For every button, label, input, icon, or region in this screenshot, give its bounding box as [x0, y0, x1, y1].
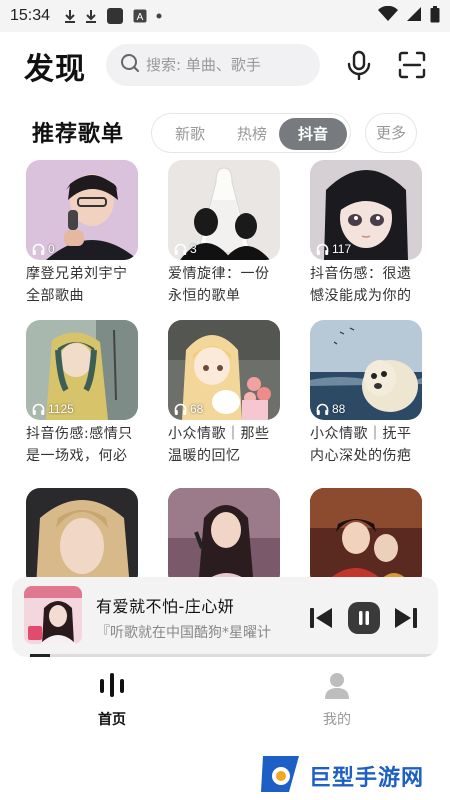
status-time: 15:34	[10, 7, 51, 24]
header: 发现	[0, 40, 450, 92]
playback-progress[interactable]	[30, 654, 434, 657]
search-icon	[120, 53, 140, 77]
battery-icon	[430, 5, 440, 27]
playlist-cover: 1125	[26, 320, 138, 420]
section-title: 推荐歌单	[32, 122, 125, 147]
scan-icon[interactable]	[398, 51, 426, 79]
nav-item-mine[interactable]: 我的	[292, 671, 382, 729]
dot-icon	[156, 13, 162, 19]
playlist-card[interactable]: 117 抖音伤感：很遗憾没能成为你的	[310, 160, 422, 307]
headphones-icon	[174, 243, 190, 255]
playlist-cover: 68	[168, 320, 280, 420]
play-count-value: 1125	[48, 402, 74, 416]
nav-label-home: 首页	[98, 712, 126, 728]
play-count-value: 117	[332, 242, 352, 256]
a-box-icon: A	[133, 9, 147, 23]
search-bar[interactable]	[106, 44, 320, 86]
play-count: 0	[32, 242, 55, 256]
playlist-cover: 3	[168, 160, 280, 260]
playlist-title: 摩登兄弟刘宇宁全部歌曲	[26, 266, 128, 304]
watermark-text: 巨型手游网	[309, 766, 425, 791]
playlist-title: 小众情歌｜那些温暖的回忆	[168, 426, 270, 464]
playlist-card[interactable]: 68 小众情歌｜那些温暖的回忆	[168, 320, 280, 467]
play-count: 88	[316, 402, 345, 416]
playlist-cover: 117	[310, 160, 422, 260]
app-square-icon	[106, 7, 124, 25]
playlist-card[interactable]: 1125 抖音伤感:感情只是一场戏，何必	[26, 320, 138, 467]
play-count: 117	[316, 242, 351, 256]
download-icon	[64, 9, 76, 23]
page-title: 发现	[24, 52, 86, 87]
signal-icon	[406, 6, 422, 26]
microphone-icon[interactable]	[346, 50, 372, 81]
download-icon	[85, 9, 97, 23]
tab-group: 新歌 热榜 抖音	[151, 113, 351, 153]
more-button[interactable]: 更多	[365, 113, 417, 153]
headphones-icon	[316, 403, 332, 415]
bottom-nav: 首页 我的	[0, 665, 450, 735]
playlist-cover	[310, 488, 422, 588]
playlist-card[interactable]: 0 摩登兄弟刘宇宁全部歌曲	[26, 160, 138, 307]
now-playing-subtitle: 『听歌就在中国酷狗*星曜计	[96, 625, 271, 641]
playlist-title: 抖音伤感:感情只是一场戏，何必	[26, 426, 133, 464]
play-count-value: 68	[190, 402, 204, 416]
user-icon	[323, 673, 351, 703]
playlist-title: 抖音伤感：很遗憾没能成为你的	[310, 266, 412, 304]
wifi-icon	[378, 5, 398, 26]
playlist-cover	[168, 488, 280, 588]
play-count: 3	[174, 242, 197, 256]
nav-item-home[interactable]: 首页	[67, 671, 157, 729]
play-count-value: 3	[190, 242, 197, 256]
status-bar: 15:34 A	[0, 0, 450, 32]
playback-progress-fill	[30, 654, 51, 657]
headphones-icon	[32, 243, 48, 255]
tab-douyin[interactable]: 抖音	[279, 118, 347, 150]
play-count-value: 0	[48, 242, 55, 256]
previous-track-icon[interactable]	[308, 606, 334, 630]
playlist-cover	[26, 488, 138, 588]
play-count-value: 88	[332, 402, 346, 416]
tab-new-songs[interactable]: 新歌	[162, 118, 218, 150]
nav-label-mine: 我的	[323, 712, 351, 728]
now-playing-title: 有爱就不怕-庄心妍	[96, 597, 235, 616]
playlist-title: 爱情旋律：一份永恒的歌单	[168, 266, 270, 304]
now-playing-cover	[24, 586, 82, 644]
playlist-card[interactable]: 88 小众情歌｜抚平内心深处的伤疤	[310, 320, 422, 467]
play-count: 68	[174, 402, 203, 416]
playlist-title: 小众情歌｜抚平内心深处的伤疤	[310, 426, 412, 464]
headphones-icon	[316, 243, 332, 255]
watermark: 巨型手游网	[259, 752, 450, 800]
svg-text:A: A	[137, 12, 144, 23]
play-count: 1125	[32, 402, 74, 416]
playlist-cover: 88	[310, 320, 422, 420]
playlist-card[interactable]: 3 爱情旋律：一份永恒的歌单	[168, 160, 280, 307]
pause-button[interactable]	[348, 602, 380, 634]
mini-player[interactable]: 有爱就不怕-庄心妍 『听歌就在中国酷狗*星曜计	[12, 577, 438, 657]
equalizer-icon	[97, 673, 127, 703]
headphones-icon	[32, 403, 48, 415]
watermark-logo-icon	[259, 752, 303, 800]
tab-hot-chart[interactable]: 热榜	[224, 118, 280, 150]
next-track-icon[interactable]	[393, 606, 419, 630]
search-input[interactable]	[146, 56, 306, 74]
playlist-cover: 0	[26, 160, 138, 260]
headphones-icon	[174, 403, 190, 415]
